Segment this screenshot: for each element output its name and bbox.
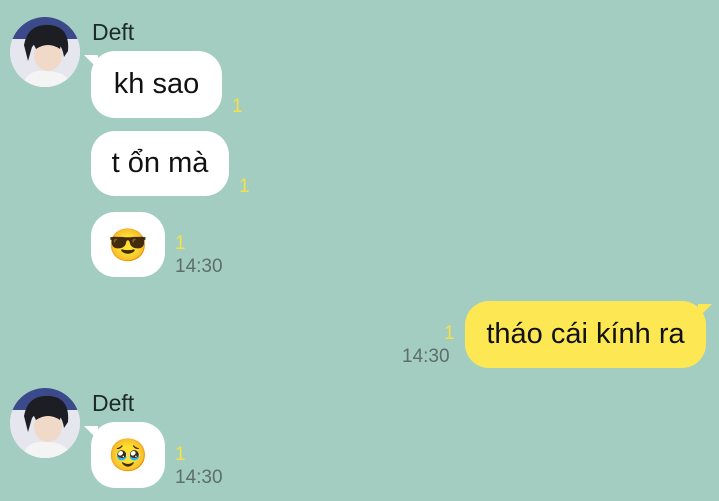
unread-count: 1 — [232, 96, 243, 117]
message-bubble[interactable]: 😎 — [91, 212, 165, 277]
sender-name: Deft — [92, 390, 135, 416]
sender-name: Deft — [92, 19, 135, 45]
unread-count: 1 — [444, 323, 455, 344]
message-text: t ổn mà — [111, 147, 209, 179]
sunglasses-emoji-icon: 😎 — [108, 226, 148, 263]
message-text: kh sao — [113, 68, 200, 100]
avatar[interactable] — [10, 388, 80, 458]
unread-count: 1 — [175, 444, 186, 465]
message-time: 14:30 — [175, 256, 223, 277]
message-bubble[interactable]: tháo cái kính ra — [465, 301, 706, 368]
unread-count: 1 — [175, 233, 186, 254]
profile-photo-icon — [10, 17, 80, 87]
message-bubble[interactable]: kh sao — [91, 51, 222, 118]
message-time: 14:30 — [402, 346, 450, 367]
unread-count: 1 — [239, 176, 250, 197]
profile-photo-icon — [10, 388, 80, 458]
avatar[interactable] — [10, 17, 80, 87]
message-time: 14:30 — [175, 467, 223, 488]
message-text: tháo cái kính ra — [486, 318, 685, 350]
message-bubble[interactable]: 🥹 — [91, 422, 165, 488]
message-bubble[interactable]: t ổn mà — [91, 131, 229, 196]
pleading-face-emoji-icon: 🥹 — [108, 437, 148, 473]
